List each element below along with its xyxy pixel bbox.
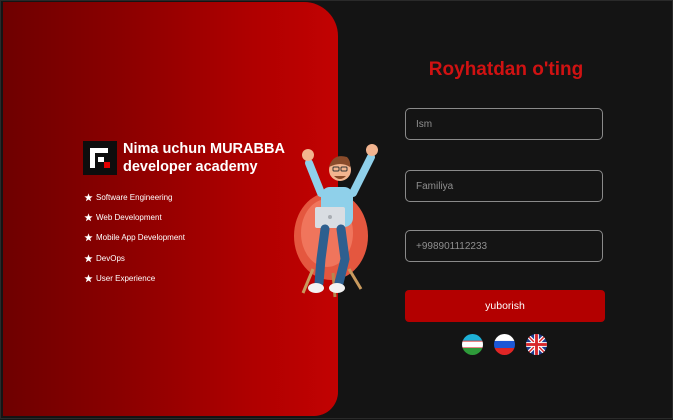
brand-title-line1: Nima uchun MURABBA <box>123 141 285 157</box>
registration-panel: Royhatdan o'ting yuborish <box>338 1 673 420</box>
feature-label: User Experience <box>96 273 156 283</box>
uzbekistan-flag-icon[interactable] <box>462 334 483 355</box>
star-icon <box>84 274 93 283</box>
brand-title: Nima uchun MURABBA developer academy <box>123 140 308 176</box>
submit-button[interactable]: yuborish <box>405 290 605 322</box>
uk-flag-icon[interactable] <box>526 334 547 355</box>
star-icon <box>84 213 93 222</box>
star-icon <box>84 253 93 262</box>
russia-flag-icon[interactable] <box>494 334 515 355</box>
phone-input[interactable] <box>405 230 603 262</box>
feature-item: Web Development <box>84 207 185 227</box>
feature-list: Software Engineering Web Development Mob… <box>84 187 185 288</box>
star-icon <box>84 193 93 201</box>
promo-panel: Nima uchun MURABBA developer academy Sof… <box>3 2 338 416</box>
first-name-input[interactable] <box>405 108 603 140</box>
feature-label: Web Development <box>96 212 162 222</box>
language-switcher <box>462 334 558 355</box>
feature-item: Software Engineering <box>84 187 185 207</box>
feature-label: DevOps <box>96 253 125 263</box>
feature-item: Mobile App Development <box>84 228 185 248</box>
feature-label: Software Engineering <box>96 192 173 202</box>
last-name-input[interactable] <box>405 170 603 202</box>
murabba-logo-icon <box>83 141 117 175</box>
page-frame: Nima uchun MURABBA developer academy Sof… <box>0 0 673 419</box>
form-title: Royhatdan o'ting <box>428 59 584 80</box>
brand: Nima uchun MURABBA developer academy <box>83 140 308 176</box>
star-icon <box>84 233 93 242</box>
brand-title-line2: developer academy <box>123 159 258 175</box>
feature-label: Mobile App Development <box>96 233 185 243</box>
feature-item: User Experience <box>84 268 185 288</box>
feature-item: DevOps <box>84 248 185 268</box>
